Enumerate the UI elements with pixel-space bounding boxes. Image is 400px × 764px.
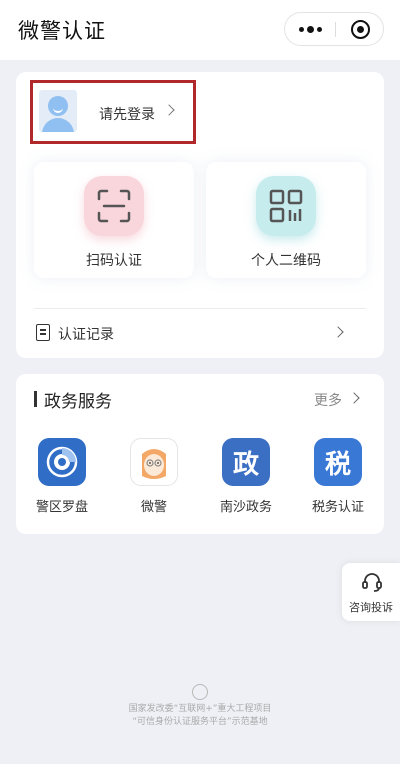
complaint-button[interactable]: 咨询投诉 bbox=[342, 563, 400, 621]
divider bbox=[34, 308, 366, 309]
icon-glyph: 税 bbox=[324, 449, 351, 480]
compass-icon bbox=[38, 438, 86, 486]
scan-verify-button[interactable]: 扫码认证 bbox=[34, 162, 194, 278]
service-label: 警区罗盘 bbox=[35, 500, 88, 515]
weijing-mascot-icon bbox=[130, 438, 178, 486]
shui-char-icon: 税 bbox=[314, 438, 362, 486]
auth-records-row[interactable]: 认证记录 bbox=[34, 316, 366, 350]
service-tax[interactable]: 税 税务认证 bbox=[298, 438, 378, 518]
gov-services-card: 政务服务 更多 警区罗盘 微警 政 南沙政务 税 税务认证 bbox=[16, 374, 384, 534]
personal-qr-button[interactable]: 个人二维码 bbox=[206, 162, 366, 278]
chevron-right-icon bbox=[163, 104, 175, 116]
qr-code-icon bbox=[256, 176, 316, 236]
close-miniprogram-button[interactable] bbox=[336, 13, 384, 45]
service-weijing[interactable]: 微警 bbox=[114, 438, 194, 518]
dot-icon bbox=[306, 25, 314, 33]
footer-line: 国家发改委“互联网+”重大工程项目 bbox=[128, 704, 272, 714]
headset-icon bbox=[362, 573, 382, 592]
section-title: 政务服务 bbox=[44, 392, 112, 412]
more-options-button[interactable] bbox=[285, 13, 335, 45]
footer: 国家发改委“互联网+”重大工程项目 “可信身份认证服务平台”示范基地 bbox=[0, 684, 400, 729]
icon-glyph: 政 bbox=[232, 449, 259, 480]
section-marker bbox=[34, 391, 37, 407]
document-icon bbox=[36, 324, 50, 341]
top-bar: 微警认证 bbox=[0, 0, 400, 60]
chevron-right-icon[interactable] bbox=[348, 392, 360, 404]
login-prompt[interactable]: 请先登录 bbox=[30, 80, 196, 144]
personal-qr-label: 个人二维码 bbox=[251, 253, 321, 269]
scan-frame-icon bbox=[84, 176, 144, 236]
auth-card: 请先登录 扫码认证 个人二维码 认证记录 bbox=[16, 72, 384, 358]
footer-line: “可信身份认证服务平台”示范基地 bbox=[132, 717, 268, 727]
service-compass[interactable]: 警区罗盘 bbox=[22, 438, 102, 518]
chevron-right-icon bbox=[332, 326, 344, 338]
service-label: 税务认证 bbox=[311, 500, 364, 515]
target-close-icon bbox=[350, 19, 370, 39]
login-label: 请先登录 bbox=[99, 107, 155, 123]
auth-records-label: 认证记录 bbox=[58, 327, 114, 343]
zheng-char-icon: 政 bbox=[222, 438, 270, 486]
app-title: 微警认证 bbox=[18, 19, 106, 43]
service-nansha[interactable]: 政 南沙政务 bbox=[206, 438, 286, 518]
service-label: 微警 bbox=[140, 500, 167, 515]
dot-icon bbox=[298, 26, 304, 32]
more-link[interactable]: 更多 bbox=[314, 390, 342, 410]
avatar bbox=[39, 90, 77, 132]
complaint-label: 咨询投诉 bbox=[349, 601, 393, 614]
service-label: 南沙政务 bbox=[219, 500, 272, 515]
dot-icon bbox=[316, 26, 322, 32]
police-emblem-icon bbox=[192, 684, 208, 700]
miniprogram-capsule bbox=[284, 12, 384, 46]
scan-verify-label: 扫码认证 bbox=[86, 253, 142, 269]
